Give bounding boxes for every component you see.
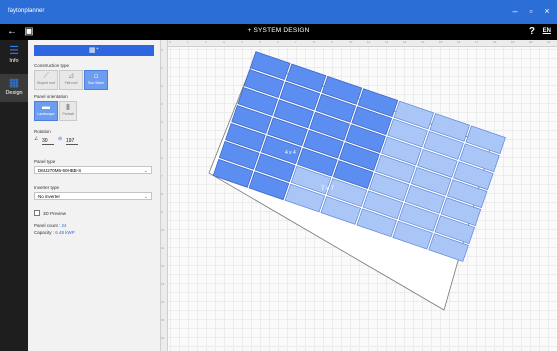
ruler-tick: 13 [403,40,407,44]
ruler-tick: 9 [331,40,333,44]
ruler-tick: 4 [241,40,243,44]
title-bar: faytonplanner – ▫ × [0,0,557,24]
ruler-tick: 7 [161,174,163,178]
flat-roof-icon: ⊿ [67,71,75,80]
orientation-portrait[interactable]: ▮ Portrait [59,101,77,121]
grid-icon: ▦ [8,77,20,89]
ruler-tick: 4 [161,120,163,124]
landscape-icon: ▬ [42,102,50,111]
vertical-ruler: 0 1 2 3 4 5 6 7 8 9 10 11 12 13 14 15 16 [161,40,168,351]
help-button[interactable]: ? [529,26,535,37]
ruler-tick: 9 [161,210,163,214]
ruler-tick: 10 [161,228,165,232]
ruler-tick: 3 [161,102,163,106]
ruler-tick: 0 [161,48,163,52]
ruler-tick: 11 [367,40,371,44]
rail-item-info[interactable]: ☰ Info [0,42,28,70]
add-panel-button[interactable]: ▦⁺ [34,45,154,56]
panel-type-select[interactable]: DMJ270M6-60HBB-S ⌄ [34,166,152,174]
ruler-tick: 18 [493,40,497,44]
ruler-tick: 1 [161,66,163,70]
ruler-tick: 2 [205,40,207,44]
app-title: faytonplanner [8,8,45,14]
ruler-tick: 5 [161,138,163,142]
rail-item-design[interactable]: ▦ Design [0,74,28,102]
ruler-tick: 19 [511,40,515,44]
construction-type-label: Construction type [34,63,70,68]
ruler-tick: 6 [161,156,163,160]
ruler-tick: 16 [457,40,461,44]
ruler-tick: 5 [259,40,261,44]
design-panel: ▦⁺ Construction type ⟋ Sloped roof ⊿ Flat … [28,40,161,351]
ruler-tick: 14 [161,300,165,304]
construction-sun-wave[interactable]: ⌂ Sun Wave [84,70,108,90]
ruler-tick: 12 [385,40,389,44]
ruler-tick: 8 [313,40,315,44]
capacity-stat: Capacity : 6.48 kWP [34,230,75,235]
inverter-type-label: Inverter type [34,185,60,190]
3d-preview-label: 3D Preview [43,211,67,216]
chevron-down-icon: ⌄ [143,194,148,200]
toolbar: ← ▣ + SYSTEM DESIGN ? EN [0,24,557,40]
panel-count-stat: Panel count : 24 [34,223,67,228]
orientation-landscape[interactable]: ▬ Landscape [34,101,58,121]
tilt-input[interactable]: 30 [42,138,54,145]
design-canvas[interactable]: 4 x 4 7 x 7 [161,40,557,351]
sloped-roof-icon: ⟋ [43,71,49,80]
azimuth-input[interactable]: 197 [66,138,78,145]
3d-preview-checkbox[interactable] [34,210,40,216]
ruler-tick: 15 [439,40,443,44]
ruler-tick: 3 [223,40,225,44]
array-b-label: 7 x 7 [321,186,335,192]
tilt-angle-icon: ∠ [34,136,39,142]
list-icon: ☰ [9,45,19,57]
panel-type-label: Panel type [34,159,56,164]
close-icon[interactable]: × [540,5,554,17]
inverter-type-select[interactable]: No inverter ⌄ [34,192,152,200]
ruler-tick: 7 [295,40,297,44]
panel-orientation-label: Panel orientation [34,94,68,99]
ruler-tick: 2 [161,84,163,88]
ruler-tick: 15 [161,318,165,322]
ruler-tick: 12 [161,264,165,268]
ruler-tick: 10 [349,40,353,44]
roof-layout[interactable]: 4 x 4 7 x 7 [161,40,557,351]
ruler-tick: 1 [187,40,189,44]
ruler-tick: 21 [547,40,551,44]
language-button[interactable]: EN [543,28,551,34]
ruler-tick: 16 [161,336,165,340]
chevron-down-icon: ⌄ [143,168,148,174]
ruler-tick: 20 [529,40,533,44]
compass-icon: ⊘ [58,136,63,142]
ruler-tick: 11 [161,246,165,250]
ruler-tick: 13 [161,282,165,286]
ruler-tick: 6 [277,40,279,44]
portrait-icon: ▮ [65,102,71,111]
maximize-icon[interactable]: ▫ [524,5,538,17]
ruler-tick: 17 [475,40,479,44]
construction-flat-roof[interactable]: ⊿ Flat roof [59,70,83,90]
array-a-label: 4 x 4 [285,150,296,156]
horizontal-ruler: 0 1 2 3 4 5 6 7 8 9 10 11 12 13 14 15 16 17 18 19 20 21 [161,40,557,47]
rotation-label: Rotation [34,129,51,134]
construction-sloped-roof[interactable]: ⟋ Sloped roof [34,70,58,90]
sun-wave-icon: ⌂ [93,71,99,80]
page-title: + SYSTEM DESIGN [247,27,310,34]
ruler-tick: 8 [161,192,163,196]
nav-rail: ☰ Info ▦ Design [0,40,28,351]
ruler-tick: 14 [421,40,425,44]
ruler-tick: 0 [169,40,171,44]
minimize-icon[interactable]: – [508,5,522,17]
add-panel-icon: ▦⁺ [88,47,100,54]
